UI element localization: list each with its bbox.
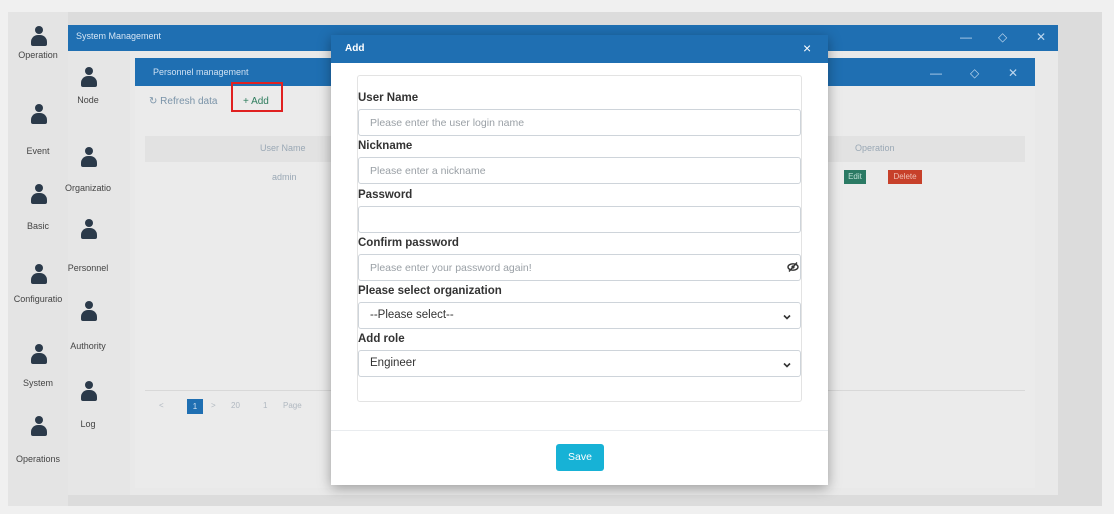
nav-label: Operation bbox=[18, 50, 58, 60]
prev-page-button[interactable]: < bbox=[159, 401, 164, 410]
column-header-user-name: User Name bbox=[260, 143, 306, 153]
person-icon bbox=[31, 184, 47, 204]
window-title: System Management bbox=[76, 31, 162, 41]
role-label: Add role bbox=[358, 333, 405, 345]
page-size-select[interactable]: 20 bbox=[231, 401, 240, 410]
nav-label: Organizatio bbox=[64, 183, 112, 193]
confirm-password-placeholder: Please enter your password again! bbox=[370, 262, 532, 274]
edit-button[interactable]: Edit bbox=[844, 170, 866, 184]
person-icon bbox=[31, 344, 47, 364]
person-icon bbox=[81, 147, 97, 167]
add-user-dialog: Add × User Name Please enter the user lo… bbox=[331, 35, 828, 485]
dialog-title: Add bbox=[345, 43, 365, 54]
confirm-password-label: Confirm password bbox=[358, 237, 459, 249]
nav-label: Basic bbox=[26, 221, 49, 231]
main-sidebar: Operation Event Basic Configuratio Syste… bbox=[8, 12, 68, 506]
highlight-box bbox=[231, 82, 283, 112]
minimize-icon[interactable]: — bbox=[930, 66, 942, 80]
role-select[interactable]: Engineer bbox=[358, 350, 801, 377]
nav-label: Operations bbox=[15, 454, 61, 464]
next-page-button[interactable]: > bbox=[211, 401, 216, 410]
nav-label: Event bbox=[26, 146, 50, 156]
organization-select[interactable]: --Please select-- bbox=[358, 302, 801, 329]
system-sidebar: Node Organizatio Personnel Authority Log bbox=[65, 51, 130, 495]
nav-label: System bbox=[22, 378, 53, 388]
restore-icon[interactable]: ◇ bbox=[998, 30, 1007, 44]
nav-label: Personnel bbox=[67, 263, 109, 273]
window-title: Personnel management bbox=[153, 67, 249, 77]
restore-icon[interactable]: ◇ bbox=[970, 66, 979, 80]
page-number-input[interactable]: 1 bbox=[263, 401, 267, 410]
password-input[interactable] bbox=[358, 206, 801, 233]
refresh-label: Refresh data bbox=[160, 96, 218, 107]
column-header-operation: Operation bbox=[855, 143, 895, 153]
refresh-button[interactable]: ↻ Refresh data bbox=[149, 96, 217, 107]
nav-label: Authority bbox=[70, 341, 106, 351]
person-icon bbox=[81, 301, 97, 321]
person-icon bbox=[81, 219, 97, 239]
nickname-label: Nickname bbox=[358, 140, 413, 152]
save-button[interactable]: Save bbox=[556, 444, 604, 471]
nav-label: Configuratio bbox=[13, 294, 63, 304]
footer-divider bbox=[331, 430, 828, 431]
username-input[interactable]: Please enter the user login name bbox=[358, 109, 801, 136]
close-icon[interactable]: × bbox=[803, 41, 811, 55]
role-value: Engineer bbox=[370, 357, 417, 369]
cell-user-name: admin bbox=[272, 172, 297, 182]
username-placeholder: Please enter the user login name bbox=[370, 117, 525, 129]
eye-slash-icon[interactable] bbox=[787, 261, 799, 276]
person-icon bbox=[31, 264, 47, 284]
page-label: Page bbox=[283, 401, 302, 410]
password-label: Password bbox=[358, 189, 413, 201]
username-label: User Name bbox=[358, 92, 419, 104]
refresh-icon: ↻ bbox=[149, 96, 158, 107]
chevron-down-icon bbox=[782, 357, 792, 368]
nav-label: Node bbox=[77, 95, 99, 105]
person-icon bbox=[81, 67, 97, 87]
close-icon[interactable]: ✕ bbox=[1036, 30, 1046, 44]
person-icon bbox=[31, 416, 47, 436]
person-icon bbox=[31, 26, 47, 46]
dialog-titlebar: Add × bbox=[331, 35, 828, 63]
person-icon bbox=[31, 104, 47, 124]
delete-button[interactable]: Delete bbox=[888, 170, 922, 184]
chevron-down-icon bbox=[782, 309, 792, 320]
current-page-button[interactable]: 1 bbox=[187, 399, 203, 414]
person-icon bbox=[81, 381, 97, 401]
organization-value: --Please select-- bbox=[370, 309, 454, 321]
organization-label: Please select organization bbox=[358, 285, 502, 297]
nickname-input[interactable]: Please enter a nickname bbox=[358, 157, 801, 184]
minimize-icon[interactable]: — bbox=[960, 30, 972, 44]
nav-label: Log bbox=[80, 419, 96, 429]
confirm-password-input[interactable]: Please enter your password again! bbox=[358, 254, 801, 281]
nickname-placeholder: Please enter a nickname bbox=[370, 165, 486, 177]
close-icon[interactable]: ✕ bbox=[1008, 66, 1018, 80]
